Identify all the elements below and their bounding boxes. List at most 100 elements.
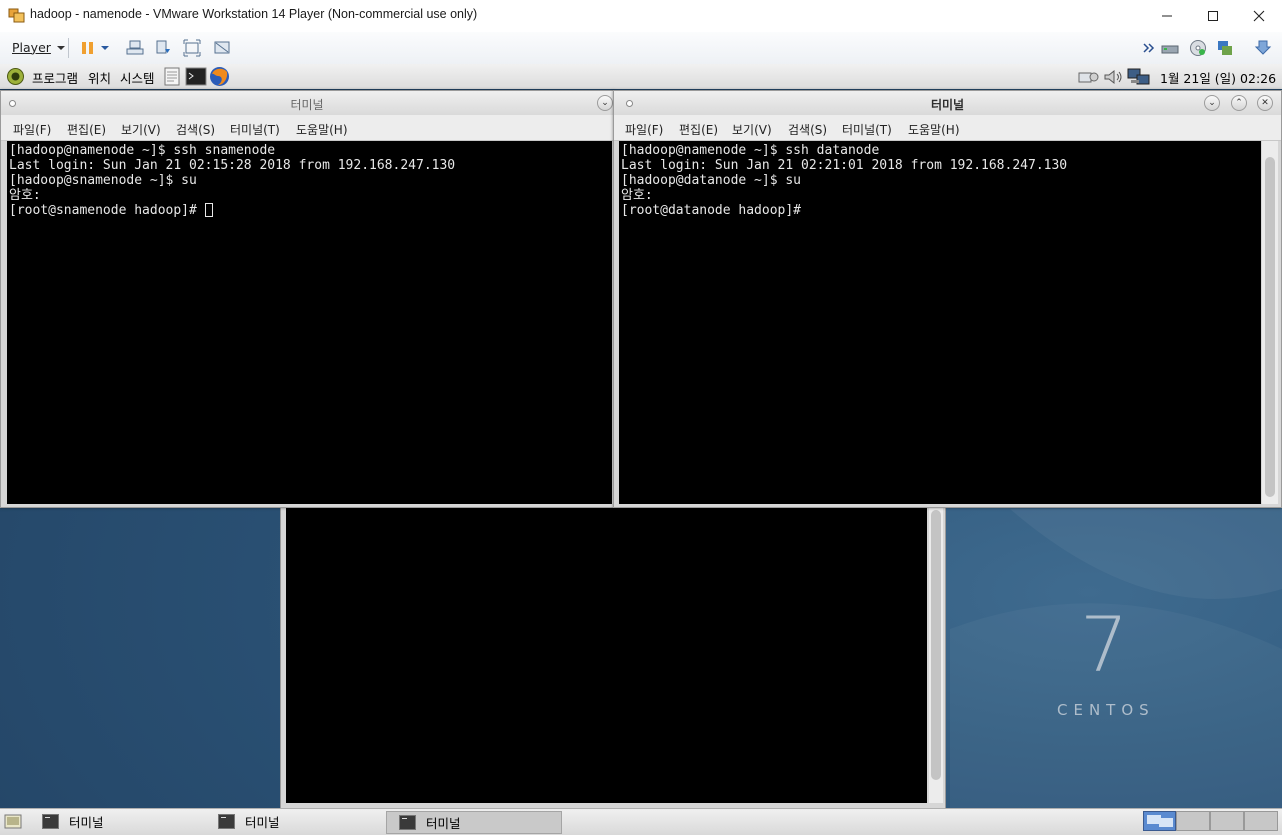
network-status-icon[interactable] xyxy=(1078,68,1100,86)
show-desktop-icon[interactable] xyxy=(4,813,22,830)
menu-places[interactable]: 위치 xyxy=(88,68,111,87)
terminal-right-body[interactable]: [hadoop@namenode ~]$ ssh datanode Last lo… xyxy=(619,141,1261,504)
terminal-line: [hadoop@snamenode ~]$ su xyxy=(9,173,197,188)
download-button[interactable] xyxy=(1252,38,1274,58)
player-menu-button[interactable]: Player xyxy=(12,40,66,55)
terminal-left-collapse-button[interactable]: ⌄ xyxy=(597,95,613,111)
menu-file[interactable]: 파일(F) xyxy=(625,121,663,138)
network-adapter-button[interactable] xyxy=(1159,38,1181,58)
pause-dropdown[interactable] xyxy=(97,38,113,58)
menu-view[interactable]: 보기(V) xyxy=(732,121,772,138)
maximize-button[interactable] xyxy=(1190,0,1236,31)
scrollbar-thumb[interactable] xyxy=(931,510,941,780)
terminal-launcher-icon[interactable] xyxy=(185,67,207,86)
cd-drive-icon xyxy=(1190,40,1206,56)
pause-button[interactable] xyxy=(77,38,99,58)
menu-edit[interactable]: 편집(E) xyxy=(67,121,106,138)
workspace-1[interactable] xyxy=(1143,811,1176,831)
unity-button[interactable] xyxy=(211,38,233,58)
terminal-right-titlebar[interactable]: 터미널 ⌄ ⌃ ✕ xyxy=(614,91,1281,115)
terminal-line: [hadoop@namenode ~]$ ssh datanode xyxy=(621,143,880,158)
taskbar-item-label: 터미널 xyxy=(245,815,280,830)
chevron-down-icon: ⌄ xyxy=(1208,98,1216,108)
terminal-line: Last login: Sun Jan 21 02:21:01 2018 fro… xyxy=(621,158,1068,173)
guest-desktop: 7 CENTOS 터미널 ⌄ 파일(F) 편집(E) 보기(V) 검색(S) 터… xyxy=(0,89,1282,809)
player-menu-label: Player xyxy=(12,40,51,55)
terminal-right-minimize-button[interactable]: ⌄ xyxy=(1204,95,1220,111)
cd-drive-button[interactable] xyxy=(1187,38,1209,58)
terminal-right-scrollbar[interactable] xyxy=(1262,141,1278,504)
menu-search[interactable]: 검색(S) xyxy=(176,121,215,138)
minimize-button[interactable] xyxy=(1144,0,1190,31)
chevron-down-icon: ⌄ xyxy=(601,98,609,108)
terminal-line: Last login: Sun Jan 21 02:15:28 2018 fro… xyxy=(9,158,456,173)
usb-button[interactable] xyxy=(1214,38,1236,58)
fullscreen-icon xyxy=(183,39,201,57)
scrollbar-thumb[interactable] xyxy=(1265,157,1275,497)
workspace-4[interactable] xyxy=(1244,811,1278,831)
menu-file[interactable]: 파일(F) xyxy=(13,121,51,138)
terminal-line: [hadoop@datanode ~]$ su xyxy=(621,173,802,188)
guest-top-panel: 프로그램 위치 시스템 1월 21일 (일) 02:26 xyxy=(0,64,1282,90)
workspace-3[interactable] xyxy=(1210,811,1244,831)
guest-taskbar: 터미널 터미널 터미널 xyxy=(0,808,1282,835)
centos-version-number: 7 xyxy=(1080,600,1129,689)
close-icon xyxy=(1253,10,1265,21)
terminal-left-titlebar[interactable]: 터미널 ⌄ xyxy=(1,91,613,115)
workspace-switcher xyxy=(1143,811,1279,832)
menu-terminal[interactable]: 터미널(T) xyxy=(842,121,892,138)
taskbar-item-terminal-1[interactable]: 터미널 xyxy=(30,811,206,832)
firefox-launcher-icon[interactable] xyxy=(209,66,230,87)
menu-terminal[interactable]: 터미널(T) xyxy=(230,121,280,138)
terminal-background-scrollbar[interactable] xyxy=(929,508,943,803)
fullscreen-button[interactable] xyxy=(181,38,203,58)
text-editor-launcher-icon[interactable] xyxy=(163,67,181,86)
chevron-down-icon xyxy=(56,45,65,50)
centos-brand-text: CENTOS xyxy=(1057,701,1155,719)
pause-icon xyxy=(82,42,93,54)
terminal-line: 암호: xyxy=(621,188,653,203)
close-button[interactable] xyxy=(1236,0,1282,31)
terminal-background-body[interactable] xyxy=(286,508,927,803)
close-icon: ✕ xyxy=(1261,98,1269,108)
terminal-line: [hadoop@namenode ~]$ ssh snamenode xyxy=(9,143,276,158)
terminal-window-right[interactable]: 터미널 ⌄ ⌃ ✕ 파일(F) 편집(E) 보기(V) 검색(S) 터미널(T)… xyxy=(613,90,1282,508)
terminal-right-close-button[interactable]: ✕ xyxy=(1257,95,1273,111)
display-network-icon[interactable] xyxy=(1127,67,1151,87)
terminal-right-title: 터미널 xyxy=(930,98,965,112)
terminal-right-maximize-button[interactable]: ⌃ xyxy=(1231,95,1247,111)
usb-icon xyxy=(1218,41,1232,55)
ctrl-alt-del-button[interactable] xyxy=(124,38,146,58)
removable-devices-icon xyxy=(156,40,170,54)
removable-devices-button[interactable] xyxy=(152,38,174,58)
window-title: hadoop - namenode - VMware Workstation 1… xyxy=(30,7,478,21)
menu-help[interactable]: 도움말(H) xyxy=(908,121,960,138)
taskbar-item-label: 터미널 xyxy=(426,816,461,831)
terminal-window-background[interactable] xyxy=(280,507,946,809)
menu-search[interactable]: 검색(S) xyxy=(788,121,827,138)
chevron-down-icon xyxy=(101,46,109,50)
terminal-left-body[interactable]: [hadoop@namenode ~]$ ssh snamenode Last l… xyxy=(7,141,612,504)
double-chevron-right-icon xyxy=(1143,43,1155,53)
clock[interactable]: 1월 21일 (일) 02:26 xyxy=(1160,68,1276,87)
vmware-app-icon xyxy=(8,8,25,23)
menu-help[interactable]: 도움말(H) xyxy=(296,121,348,138)
more-devices-button[interactable] xyxy=(1142,38,1156,58)
terminal-prompt-line: [root@snamenode hadoop]# xyxy=(9,203,612,218)
menu-applications[interactable]: 프로그램 xyxy=(32,68,78,87)
terminal-window-left[interactable]: 터미널 ⌄ 파일(F) 편집(E) 보기(V) 검색(S) 터미널(T) 도움말… xyxy=(0,90,614,508)
menu-system[interactable]: 시스템 xyxy=(120,68,155,87)
workspace-2[interactable] xyxy=(1176,811,1210,831)
menu-view[interactable]: 보기(V) xyxy=(121,121,161,138)
gnome-foot-icon xyxy=(7,68,24,85)
taskbar-item-terminal-2[interactable]: 터미널 xyxy=(206,811,382,832)
volume-icon[interactable] xyxy=(1103,68,1125,86)
taskbar-item-terminal-3[interactable]: 터미널 xyxy=(386,811,562,834)
maximize-icon xyxy=(1208,10,1218,21)
vmware-toolbar: Player xyxy=(0,32,1282,65)
terminal-icon xyxy=(218,814,235,829)
terminal-icon xyxy=(42,814,59,829)
chevron-up-icon: ⌃ xyxy=(1235,98,1243,108)
menu-edit[interactable]: 편집(E) xyxy=(679,121,718,138)
network-adapter-icon xyxy=(1161,45,1179,54)
